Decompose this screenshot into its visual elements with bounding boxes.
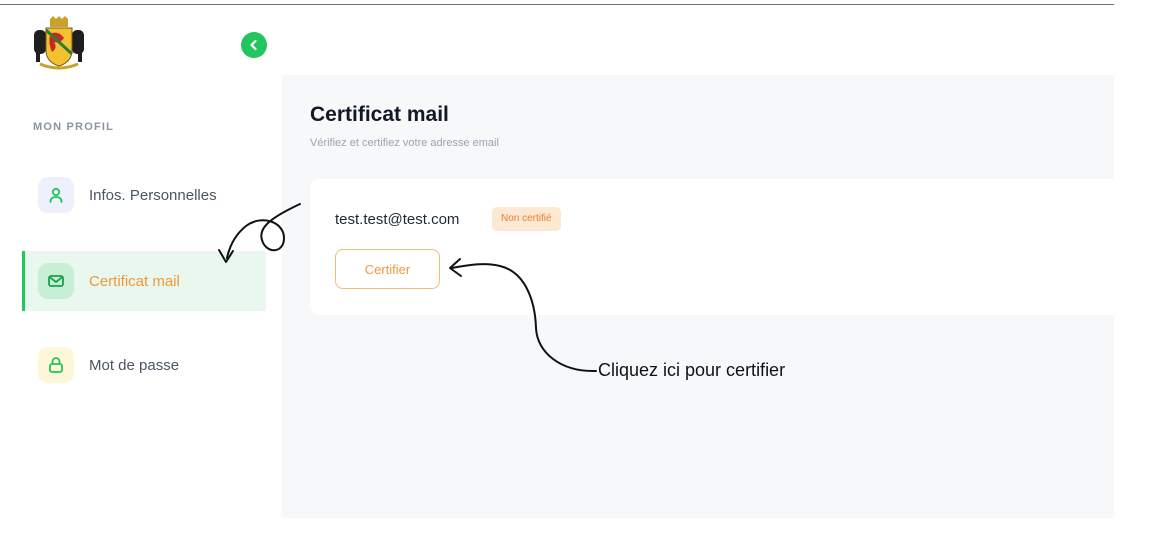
email-address: test.test@test.com (335, 211, 460, 228)
sidebar-item-label: Certificat mail (89, 272, 180, 290)
sidebar-item-mot-de-passe[interactable]: Mot de passe (22, 335, 266, 395)
certify-button[interactable]: Certifier (335, 249, 440, 289)
status-badge: Non certifié (492, 207, 561, 231)
lock-icon (38, 347, 74, 383)
sidebar-item-certificat-mail[interactable]: Certificat mail (22, 251, 266, 311)
sidebar-section-label: MON PROFIL (33, 121, 115, 133)
page-subtitle: Vérifiez et certifiez votre adresse emai… (310, 137, 499, 149)
sidebar-item-label: Infos. Personnelles (89, 186, 217, 204)
sidebar: MON PROFIL Infos. Personnelles Certifica… (0, 75, 282, 553)
main-content: Certificat mail Vérifiez et certifiez vo… (282, 75, 1114, 518)
email-card: test.test@test.com Non certifié Certifie… (310, 179, 1114, 315)
sidebar-collapse-button[interactable] (241, 32, 267, 58)
user-icon (38, 177, 74, 213)
mail-icon (38, 263, 74, 299)
coat-of-arms-logo (34, 16, 84, 70)
sidebar-item-label: Mot de passe (89, 356, 180, 374)
top-header (0, 5, 1114, 75)
page-title: Certificat mail (310, 103, 449, 126)
chevron-left-icon (250, 39, 257, 51)
sidebar-item-infos-personnelles[interactable]: Infos. Personnelles (22, 165, 266, 225)
annotation-hint-text: Cliquez ici pour certifier (598, 360, 786, 380)
